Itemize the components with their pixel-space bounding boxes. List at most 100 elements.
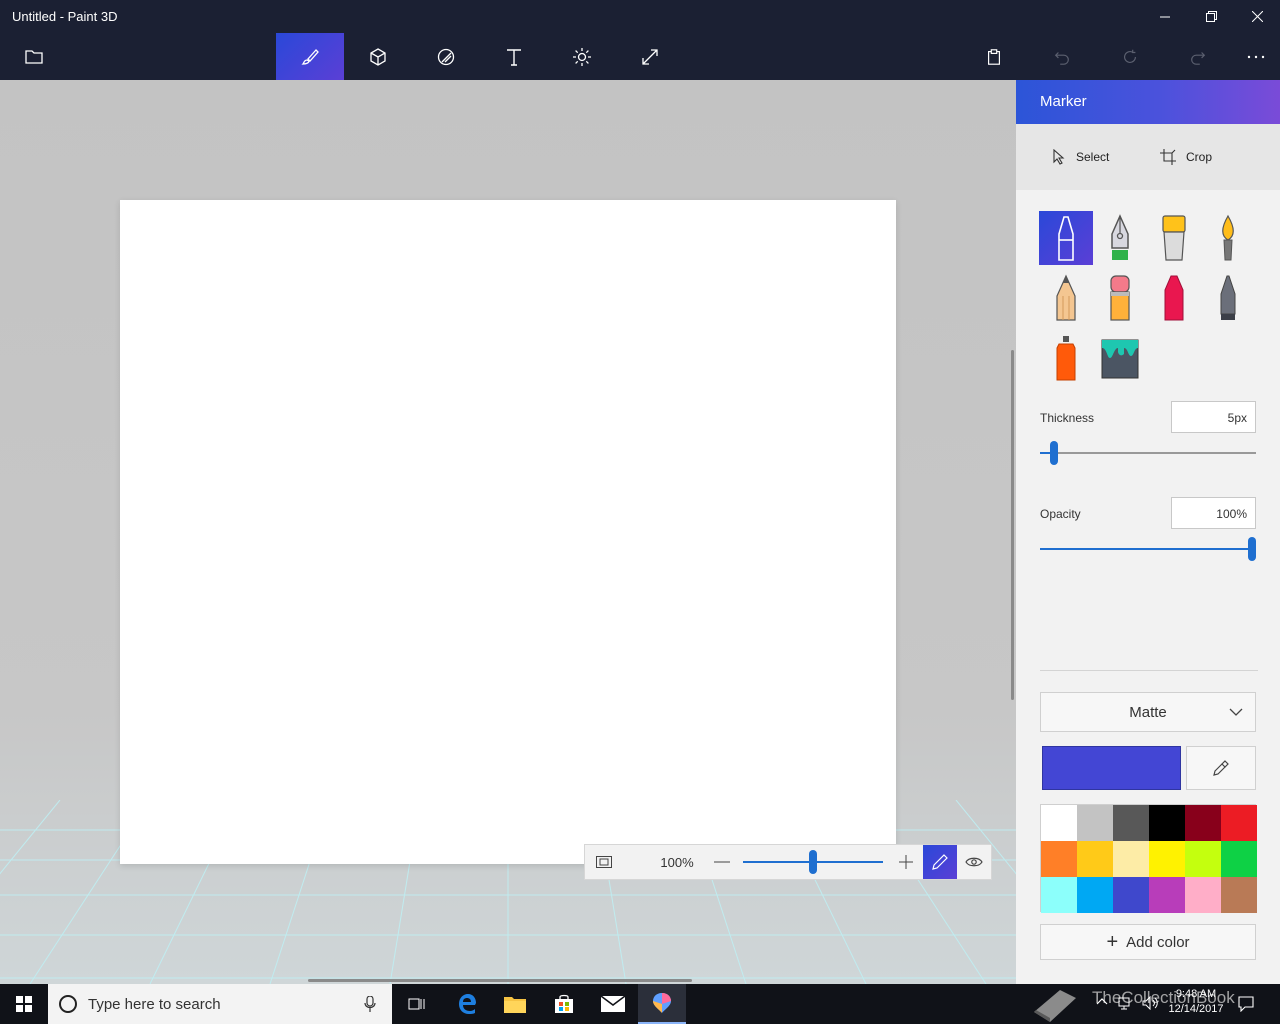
crayon-icon <box>1164 275 1184 321</box>
color-swatch[interactable] <box>1221 877 1257 913</box>
view-mode-button[interactable] <box>957 845 991 879</box>
opacity-slider-fill <box>1040 548 1252 550</box>
minimize-button[interactable] <box>1142 0 1188 33</box>
history-button[interactable] <box>1096 33 1164 80</box>
zoom-out-button[interactable] <box>709 845 735 879</box>
opacity-label: Opacity <box>1040 507 1081 521</box>
horizontal-scrollbar[interactable] <box>308 979 692 982</box>
crop-icon <box>1160 149 1176 165</box>
chevron-down-icon <box>1229 708 1243 716</box>
pixel-pen-brush[interactable] <box>1201 271 1255 325</box>
color-swatch[interactable] <box>1113 877 1149 913</box>
color-swatch[interactable] <box>1185 877 1221 913</box>
eraser-brush[interactable] <box>1093 271 1147 325</box>
zoom-bar: 100% <box>584 844 992 880</box>
thickness-slider[interactable] <box>1040 452 1256 454</box>
tab-3d-shapes[interactable] <box>344 33 412 80</box>
zoom-in-button[interactable] <box>893 845 919 879</box>
add-color-label: Add color <box>1126 933 1190 951</box>
edit-mode-button[interactable] <box>923 845 957 879</box>
spray-can-brush[interactable] <box>1039 331 1093 385</box>
zoom-percent[interactable]: 100% <box>647 845 707 879</box>
color-swatch[interactable] <box>1221 841 1257 877</box>
show-hidden-icons-button[interactable] <box>1096 996 1112 1024</box>
opacity-slider-thumb[interactable] <box>1248 537 1256 561</box>
task-view-button[interactable] <box>394 984 440 1024</box>
color-swatch[interactable] <box>1041 841 1077 877</box>
color-swatch[interactable] <box>1149 805 1185 841</box>
color-swatch[interactable] <box>1113 805 1149 841</box>
select-button[interactable]: Select <box>1052 146 1109 168</box>
zoom-slider-thumb[interactable] <box>809 850 817 874</box>
oil-brush[interactable] <box>1147 211 1201 265</box>
color-swatch[interactable] <box>1185 841 1221 877</box>
color-swatch[interactable] <box>1041 877 1077 913</box>
cortana-icon <box>59 995 77 1013</box>
crayon-brush[interactable] <box>1147 271 1201 325</box>
tab-text[interactable] <box>480 33 548 80</box>
search-placeholder: Type here to search <box>88 996 221 1013</box>
color-swatch[interactable] <box>1077 877 1113 913</box>
redo-icon <box>1191 51 1206 65</box>
clock[interactable]: 9:48 AM 12/14/2017 <box>1164 988 1228 1024</box>
fill-brush[interactable] <box>1093 331 1147 385</box>
file-explorer-app[interactable] <box>491 984 539 1024</box>
panel-title: Marker <box>1040 93 1087 110</box>
opacity-input[interactable]: 100% <box>1171 497 1256 529</box>
vertical-scrollbar[interactable] <box>1011 350 1014 700</box>
pencil-brush[interactable] <box>1039 271 1093 325</box>
add-color-button[interactable]: + Add color <box>1040 924 1256 960</box>
oil-brush-icon <box>1162 215 1186 261</box>
drawing-canvas[interactable] <box>120 200 896 864</box>
color-swatch[interactable] <box>1149 877 1185 913</box>
sticker-icon <box>437 48 455 65</box>
current-color-swatch[interactable] <box>1042 746 1181 790</box>
restore-button[interactable] <box>1188 0 1234 33</box>
eyedropper-button[interactable] <box>1186 746 1256 790</box>
color-swatch[interactable] <box>1113 841 1149 877</box>
color-swatch[interactable] <box>1221 805 1257 841</box>
brushes-panel: Marker Select Crop Thickness 5px Opacity… <box>1016 80 1280 984</box>
calligraphy-pen-icon <box>1111 214 1129 260</box>
network-icon-glyph <box>1118 997 1130 1010</box>
undo-button[interactable] <box>1028 33 1096 80</box>
mail-app[interactable] <box>589 984 637 1024</box>
network-icon[interactable] <box>1118 996 1138 1024</box>
tab-effects[interactable] <box>548 33 616 80</box>
finish-dropdown[interactable]: Matte <box>1040 692 1256 732</box>
paint-3d-app[interactable] <box>638 984 686 1024</box>
color-swatch[interactable] <box>1077 841 1113 877</box>
tab-canvas[interactable] <box>616 33 684 80</box>
start-button[interactable] <box>0 984 48 1024</box>
fit-to-screen-button[interactable] <box>585 845 623 879</box>
volume-icon[interactable] <box>1142 995 1162 1024</box>
thickness-input[interactable]: 5px <box>1171 401 1256 433</box>
crop-button[interactable]: Crop <box>1160 146 1212 168</box>
calligraphy-pen-brush[interactable] <box>1093 211 1147 265</box>
marker-brush[interactable] <box>1039 211 1093 265</box>
fit-screen-icon <box>596 856 612 868</box>
close-button[interactable] <box>1234 0 1280 33</box>
brush-icon <box>301 48 319 65</box>
edge-app[interactable] <box>443 984 491 1024</box>
book-logo-icon <box>1034 990 1076 1022</box>
text-icon <box>507 48 521 66</box>
color-swatch[interactable] <box>1185 805 1221 841</box>
store-app[interactable] <box>540 984 588 1024</box>
eraser-icon <box>1110 275 1130 321</box>
paste-button[interactable] <box>960 33 1028 80</box>
tab-stickers[interactable] <box>412 33 480 80</box>
watercolor-brush[interactable] <box>1201 211 1255 265</box>
action-center-button[interactable] <box>1238 996 1258 1024</box>
thickness-slider-thumb[interactable] <box>1050 441 1058 465</box>
color-swatch[interactable] <box>1077 805 1113 841</box>
search-box[interactable]: Type here to search <box>48 984 392 1024</box>
more-icon <box>1247 55 1265 58</box>
color-swatch[interactable] <box>1041 805 1077 841</box>
tab-brushes[interactable] <box>276 33 344 80</box>
fill-bucket-icon <box>1101 339 1139 379</box>
color-swatch[interactable] <box>1149 841 1185 877</box>
more-button[interactable] <box>1222 33 1280 80</box>
zoom-slider[interactable] <box>743 845 885 879</box>
menu-folder-button[interactable] <box>0 33 68 80</box>
